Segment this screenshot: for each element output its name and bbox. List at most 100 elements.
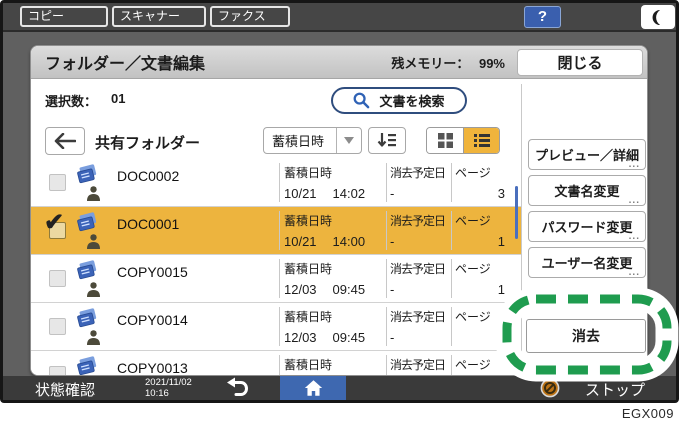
row-checkbox[interactable]	[49, 270, 66, 287]
column-separator	[386, 163, 387, 202]
datetime-display: 2021/11/02 10:16	[145, 377, 192, 400]
stored-time: 09:45	[333, 282, 366, 297]
change-username-button[interactable]: ユーザー名変更 ...	[528, 247, 646, 278]
time-value: 10:16	[145, 388, 192, 399]
energy-saver-button[interactable]	[641, 5, 675, 29]
back-arrow-icon	[54, 133, 76, 149]
stored-date-label: 蓄積日時	[284, 212, 382, 229]
change-password-button[interactable]: パスワード変更 ...	[528, 211, 646, 242]
column-separator	[279, 307, 280, 346]
sort-descending-icon	[377, 132, 397, 149]
rename-document-button[interactable]: 文書名変更 ...	[528, 175, 646, 206]
stored-date-label: 蓄積日時	[284, 308, 382, 325]
column-separator	[279, 211, 280, 250]
stop-label: ストップ	[585, 379, 645, 400]
document-row[interactable]: COPY0015 蓄積日時 12/0309:45 消去予定日 - ページ 1	[31, 255, 521, 303]
list-view-icon	[473, 132, 491, 149]
button-label: パスワード変更	[541, 220, 632, 235]
row-checkbox[interactable]	[49, 318, 66, 335]
document-name: DOC0001	[117, 216, 179, 232]
pages-label: ページ	[455, 356, 511, 373]
home-button[interactable]	[280, 376, 346, 400]
stop-icon[interactable]	[540, 378, 560, 398]
button-label: 文書名変更	[554, 184, 619, 199]
figure-code: EGX009	[622, 406, 674, 421]
close-button[interactable]: 閉じる	[517, 49, 643, 76]
list-scrollbar[interactable]	[515, 186, 518, 239]
pages-cell: ページ 1	[455, 260, 511, 297]
column-separator	[386, 355, 387, 376]
stored-time: 09:45	[333, 330, 366, 345]
document-row[interactable]: DOC0002 蓄積日時 10/2114:02 消去予定日 - ページ 3	[31, 159, 521, 207]
expire-date-cell: 消去予定日 -	[390, 212, 448, 249]
delete-button[interactable]: 消去	[526, 319, 646, 353]
view-mode-toggle	[426, 127, 500, 154]
tab-scanner[interactable]: スキャナー	[112, 6, 206, 27]
column-separator	[279, 163, 280, 202]
user-icon	[87, 234, 100, 249]
expire-date-label: 消去予定日	[390, 164, 448, 181]
grid-view-icon	[437, 132, 454, 149]
column-separator	[386, 211, 387, 250]
sort-key-dropdown[interactable]: 蓄積日時	[263, 127, 362, 154]
pages-value: 1	[455, 234, 511, 249]
panel-header: フォルダー／文書編集 残メモリー： 99% 閉じる	[31, 46, 647, 79]
back-undo-icon[interactable]	[224, 377, 250, 399]
expire-date-cell: 消去予定日 -	[390, 308, 448, 345]
row-checkbox[interactable]	[49, 174, 66, 191]
stored-date-cell: 蓄積日時 10/2114:00	[284, 212, 382, 249]
column-separator	[279, 259, 280, 298]
expire-date-cell: 消去予定日	[390, 356, 448, 373]
document-name: COPY0014	[117, 312, 188, 328]
back-button[interactable]	[45, 127, 85, 155]
document-row-selected[interactable]: ✔ DOC0001 蓄積日時	[31, 207, 521, 255]
tab-copy[interactable]: コピー	[20, 6, 108, 27]
button-label: プレビュー／詳細	[535, 148, 639, 163]
search-documents-button[interactable]: 文書を検索	[331, 87, 467, 114]
document-name: COPY0015	[117, 264, 188, 280]
checkmark-icon: ✔	[44, 208, 64, 237]
pages-value: 3	[455, 186, 511, 201]
expire-date-cell: 消去予定日 -	[390, 164, 448, 201]
expire-date-label: 消去予定日	[390, 212, 448, 229]
status-check-button[interactable]: 状態確認	[35, 379, 95, 400]
column-separator	[451, 211, 452, 250]
pages-cell: ページ	[455, 308, 511, 330]
sort-order-button[interactable]	[368, 127, 406, 154]
document-stack-icon	[75, 356, 99, 376]
touch-screen: コピー スキャナー ファクス ? フォルダー／文書編集 残メモリー： 99% 閉…	[0, 0, 679, 403]
search-icon	[353, 92, 370, 109]
date-value: 2021/11/02	[145, 377, 192, 388]
preview-details-button[interactable]: プレビュー／詳細 ...	[528, 139, 646, 170]
expire-date: -	[390, 186, 448, 201]
selection-count-label: 選択数：	[45, 91, 97, 110]
expire-date-cell: 消去予定日 -	[390, 260, 448, 297]
panel-divider	[521, 84, 522, 374]
pages-cell: ページ 3	[455, 164, 511, 201]
dropdown-arrow-segment[interactable]	[336, 128, 361, 153]
stored-date: 10/21	[284, 186, 317, 201]
row-checkbox[interactable]	[49, 366, 66, 376]
column-separator	[279, 355, 280, 376]
column-separator	[451, 355, 452, 376]
thumbnail-view-button[interactable]	[427, 128, 463, 153]
pages-label: ページ	[455, 212, 511, 229]
help-button[interactable]: ?	[524, 6, 561, 28]
expire-date: -	[390, 330, 448, 345]
tab-fax[interactable]: ファクス	[210, 6, 290, 27]
document-row[interactable]: COPY0014 蓄積日時 12/0309:45 消去予定日 - ページ	[31, 303, 521, 351]
more-indicator: ...	[629, 231, 640, 242]
stored-date: 10/21	[284, 234, 317, 249]
stored-date-cell: 蓄積日時 10/2114:02	[284, 164, 382, 201]
memory-label: 残メモリー：	[391, 56, 469, 71]
bottom-status-bar: 状態確認 2021/11/02 10:16 ストップ	[3, 376, 676, 400]
list-view-button[interactable]	[463, 128, 499, 153]
expire-date-label: 消去予定日	[390, 356, 448, 373]
stored-date-label: 蓄積日時	[284, 356, 382, 373]
document-stack-icon	[75, 260, 99, 281]
memory-value: 99%	[479, 56, 505, 71]
pages-value: 1	[455, 282, 511, 297]
document-row-partial[interactable]: COPY0013 蓄積日時 消去予定日 ページ	[31, 351, 521, 376]
sort-key-value: 蓄積日時	[264, 131, 336, 150]
crescent-moon-icon	[649, 8, 668, 27]
